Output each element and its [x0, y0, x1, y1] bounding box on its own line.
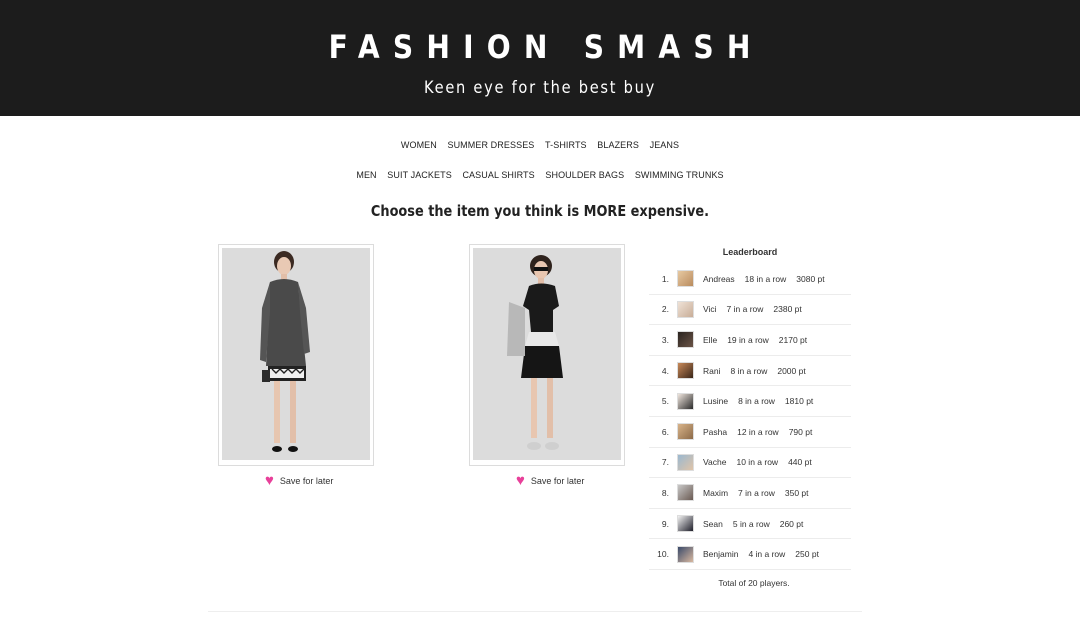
leaderboard-rank: 4.	[661, 365, 669, 376]
leaderboard-rank: 8.	[661, 487, 669, 498]
leaderboard-row: 1. Andreas 18 in a row 3080 pt	[649, 264, 851, 295]
leaderboard-name: Lusine	[703, 396, 729, 407]
avatar	[677, 545, 694, 563]
product-photo-1	[222, 248, 370, 460]
avatar	[677, 484, 694, 502]
leaderboard-points: 2000 pt	[777, 365, 806, 376]
nav-link-t-shirts[interactable]: T-SHIRTS	[545, 140, 587, 150]
nav-link-casual-shirts[interactable]: CASUAL SHIRTS	[462, 170, 534, 180]
leaderboard-streak: 18 in a row	[744, 273, 787, 284]
leaderboard-streak: 10 in a row	[736, 457, 779, 468]
leaderboard-row: 4. Rani 8 in a row 2000 pt	[649, 356, 851, 387]
leaderboard-row: 7. Vache 10 in a row 440 pt	[649, 448, 851, 479]
leaderboard-name: Benjamin	[703, 549, 739, 560]
save-for-later-label: Save for later	[279, 476, 334, 486]
leaderboard-points: 440 pt	[788, 457, 812, 468]
nav-link-women[interactable]: WOMEN	[401, 140, 437, 150]
site-header: FASHION SMASH Keen eye for the best buy	[0, 0, 1080, 116]
avatar	[677, 453, 694, 471]
nav-link-summer-dresses[interactable]: SUMMER DRESSES	[447, 140, 534, 150]
leaderboard-title: Leaderboard	[722, 247, 778, 257]
avatar	[677, 392, 694, 410]
leaderboard-streak: 7 in a row	[726, 304, 764, 315]
avatar	[677, 270, 694, 288]
leaderboard-streak: 5 in a row	[732, 518, 770, 529]
leaderboard-points: 350 pt	[784, 487, 809, 498]
site-title[interactable]: FASHION SMASH	[65, 28, 1015, 66]
avatar	[677, 362, 694, 380]
leaderboard-rank: 7.	[661, 457, 669, 468]
leaderboard-points: 250 pt	[795, 549, 819, 560]
leaderboard-points: 260 pt	[779, 518, 804, 529]
heart-icon: ♥	[516, 472, 525, 489]
leaderboard-streak: 8 in a row	[738, 396, 775, 407]
heart-icon: ♥	[265, 472, 274, 489]
leaderboard-name: Andreas	[703, 273, 735, 284]
nav-women: WOMEN SUMMER DRESSES T-SHIRTS BLAZERS JE…	[0, 140, 1080, 150]
avatar	[677, 423, 694, 441]
nav-men: MEN SUIT JACKETS CASUAL SHIRTS SHOULDER …	[0, 170, 1080, 180]
nav-link-suit-jackets[interactable]: SUIT JACKETS	[387, 170, 452, 180]
leaderboard-row: 5. Lusine 8 in a row 1810 pt	[649, 386, 851, 417]
leaderboard-streak: 4 in a row	[748, 549, 786, 560]
leaderboard-row: 2. Vici 7 in a row 2380 pt	[649, 295, 851, 326]
leaderboard-total: Total of 20 players.	[718, 578, 790, 588]
leaderboard-row: 9. Sean 5 in a row 260 pt	[649, 509, 851, 540]
leaderboard-name: Vache	[703, 457, 727, 468]
nav-link-jeans[interactable]: JEANS	[650, 140, 680, 150]
avatar	[677, 300, 694, 318]
site-tagline: Keen eye for the best buy	[424, 78, 656, 98]
leaderboard-points: 1810 pt	[784, 396, 814, 407]
save-for-later-button-1[interactable]: ♥ Save for later	[265, 473, 333, 489]
save-for-later-button-2[interactable]: ♥ Save for later	[516, 473, 584, 489]
leaderboard-points: 3080 pt	[796, 273, 825, 284]
save-for-later-label: Save for later	[530, 476, 585, 486]
question-heading: Choose the item you think is MORE expens…	[370, 202, 710, 220]
product-photo-2	[473, 248, 621, 460]
leaderboard-streak: 8 in a row	[730, 365, 768, 376]
leaderboard-name: Vici	[703, 304, 717, 315]
nav-link-men[interactable]: MEN	[356, 170, 376, 180]
leaderboard-streak: 7 in a row	[738, 487, 775, 498]
footer-divider	[208, 611, 862, 612]
leaderboard-points: 2170 pt	[778, 334, 808, 345]
nav-link-swimming-trunks[interactable]: SWIMMING TRUNKS	[635, 170, 724, 180]
product-option-1[interactable]	[218, 244, 374, 466]
leaderboard-streak: 12 in a row	[737, 426, 779, 437]
leaderboard-row: 6. Pasha 12 in a row 790 pt	[649, 417, 851, 448]
leaderboard-rank: 5.	[661, 396, 669, 407]
leaderboard-row: 3. Elle 19 in a row 2170 pt	[649, 325, 851, 356]
leaderboard-points: 2380 pt	[773, 304, 802, 315]
leaderboard-rank: 6.	[661, 426, 669, 437]
leaderboard-rank: 9.	[661, 518, 669, 529]
leaderboard-name: Maxim	[703, 487, 729, 498]
leaderboard-rank: 1.	[661, 273, 669, 284]
leaderboard-streak: 19 in a row	[727, 334, 769, 345]
leaderboard-points: 790 pt	[788, 426, 813, 437]
avatar	[677, 331, 694, 349]
leaderboard-rank: 10.	[657, 549, 669, 560]
leaderboard-rank: 3.	[661, 334, 669, 345]
leaderboard-name: Elle	[703, 334, 718, 345]
leaderboard-name: Rani	[703, 365, 721, 376]
leaderboard-row: 8. Maxim 7 in a row 350 pt	[649, 478, 851, 509]
nav-link-shoulder-bags[interactable]: SHOULDER BAGS	[545, 170, 624, 180]
avatar	[677, 515, 694, 533]
leaderboard-name: Pasha	[703, 426, 728, 437]
product-option-2[interactable]	[469, 244, 625, 466]
leaderboard-row: 10. Benjamin 4 in a row 250 pt	[649, 539, 851, 570]
leaderboard-list: 1. Andreas 18 in a row 3080 pt 2. Vici 7…	[649, 264, 851, 570]
nav-link-blazers[interactable]: BLAZERS	[597, 140, 639, 150]
leaderboard-name: Sean	[703, 518, 723, 529]
leaderboard-rank: 2.	[661, 304, 669, 315]
